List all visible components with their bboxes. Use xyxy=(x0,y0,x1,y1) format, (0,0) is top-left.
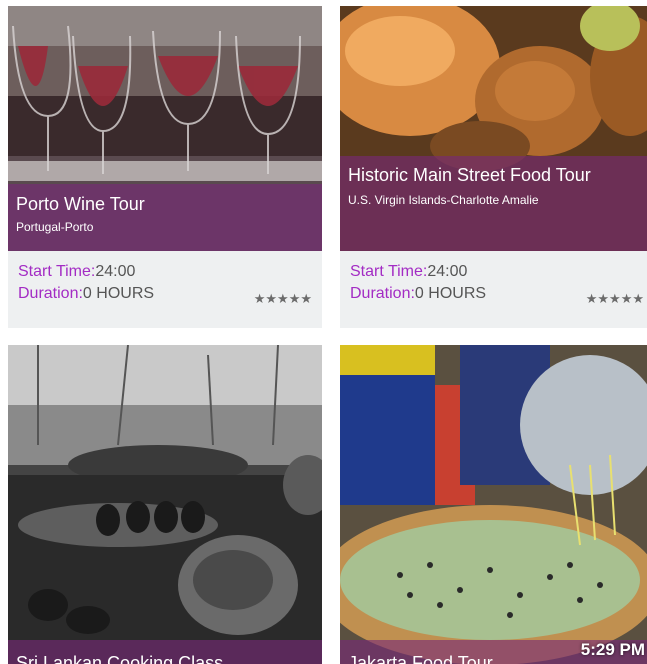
tour-location: Portugal-Porto xyxy=(16,220,94,234)
tour-image-pancake xyxy=(340,345,647,664)
star-icon: ★ xyxy=(253,291,266,306)
tour-card-sri-lankan-cooking[interactable]: Sri Lankan Cooking Class xyxy=(8,345,322,664)
duration-label: Duration: xyxy=(18,285,83,302)
duration-label: Duration: xyxy=(350,285,415,302)
start-time-row: Start Time:24:00 xyxy=(18,261,312,283)
tour-info: Start Time:24:00 Duration:0 HOURS ★★★★★ xyxy=(340,251,647,328)
tour-card-porto-wine[interactable]: Porto Wine Tour Portugal-Porto Start Tim… xyxy=(8,6,322,328)
star-icon: ★ xyxy=(620,291,633,306)
start-time-row: Start Time:24:00 xyxy=(350,261,644,283)
tour-title-overlay: Historic Main Street Food Tour U.S. Virg… xyxy=(340,156,647,251)
start-time-value: 24:00 xyxy=(95,263,136,280)
tour-title: Porto Wine Tour xyxy=(16,194,145,214)
start-time-label: Start Time: xyxy=(350,263,428,280)
status-bar-clock: 5:29 PM xyxy=(580,640,645,659)
star-icon: ★ xyxy=(609,291,621,306)
tour-title: Historic Main Street Food Tour xyxy=(348,165,591,185)
star-icon: ★ xyxy=(277,291,289,306)
star-icon: ★ xyxy=(597,291,610,306)
tour-card-jakarta-food[interactable]: Jakarta Food Tour xyxy=(340,345,647,664)
tour-title: Sri Lankan Cooking Class xyxy=(16,653,224,664)
duration-value: 0 HOURS xyxy=(414,285,487,302)
star-icon: ★ xyxy=(265,291,278,306)
star-icon: ★ xyxy=(288,291,301,306)
tour-title-overlay: Porto Wine Tour Portugal-Porto xyxy=(8,184,322,251)
tour-location: U.S. Virgin Islands-Charlotte Amalie xyxy=(348,193,539,207)
star-rating: ★★★★★ xyxy=(254,288,312,310)
tour-title-overlay: Sri Lankan Cooking Class xyxy=(8,640,322,664)
star-rating: ★★★★★ xyxy=(586,288,644,310)
tour-card-historic-main-street[interactable]: Historic Main Street Food Tour U.S. Virg… xyxy=(340,6,647,328)
star-icon: ★ xyxy=(585,291,598,306)
star-icon: ★ xyxy=(300,291,312,306)
tour-image-fishing-harbor xyxy=(8,345,322,664)
tour-info: Start Time:24:00 Duration:0 HOURS ★★★★★ xyxy=(8,251,322,328)
start-time-label: Start Time: xyxy=(18,263,96,280)
duration-value: 0 HOURS xyxy=(82,285,155,302)
start-time-value: 24:00 xyxy=(427,263,468,280)
star-icon: ★ xyxy=(632,291,644,306)
